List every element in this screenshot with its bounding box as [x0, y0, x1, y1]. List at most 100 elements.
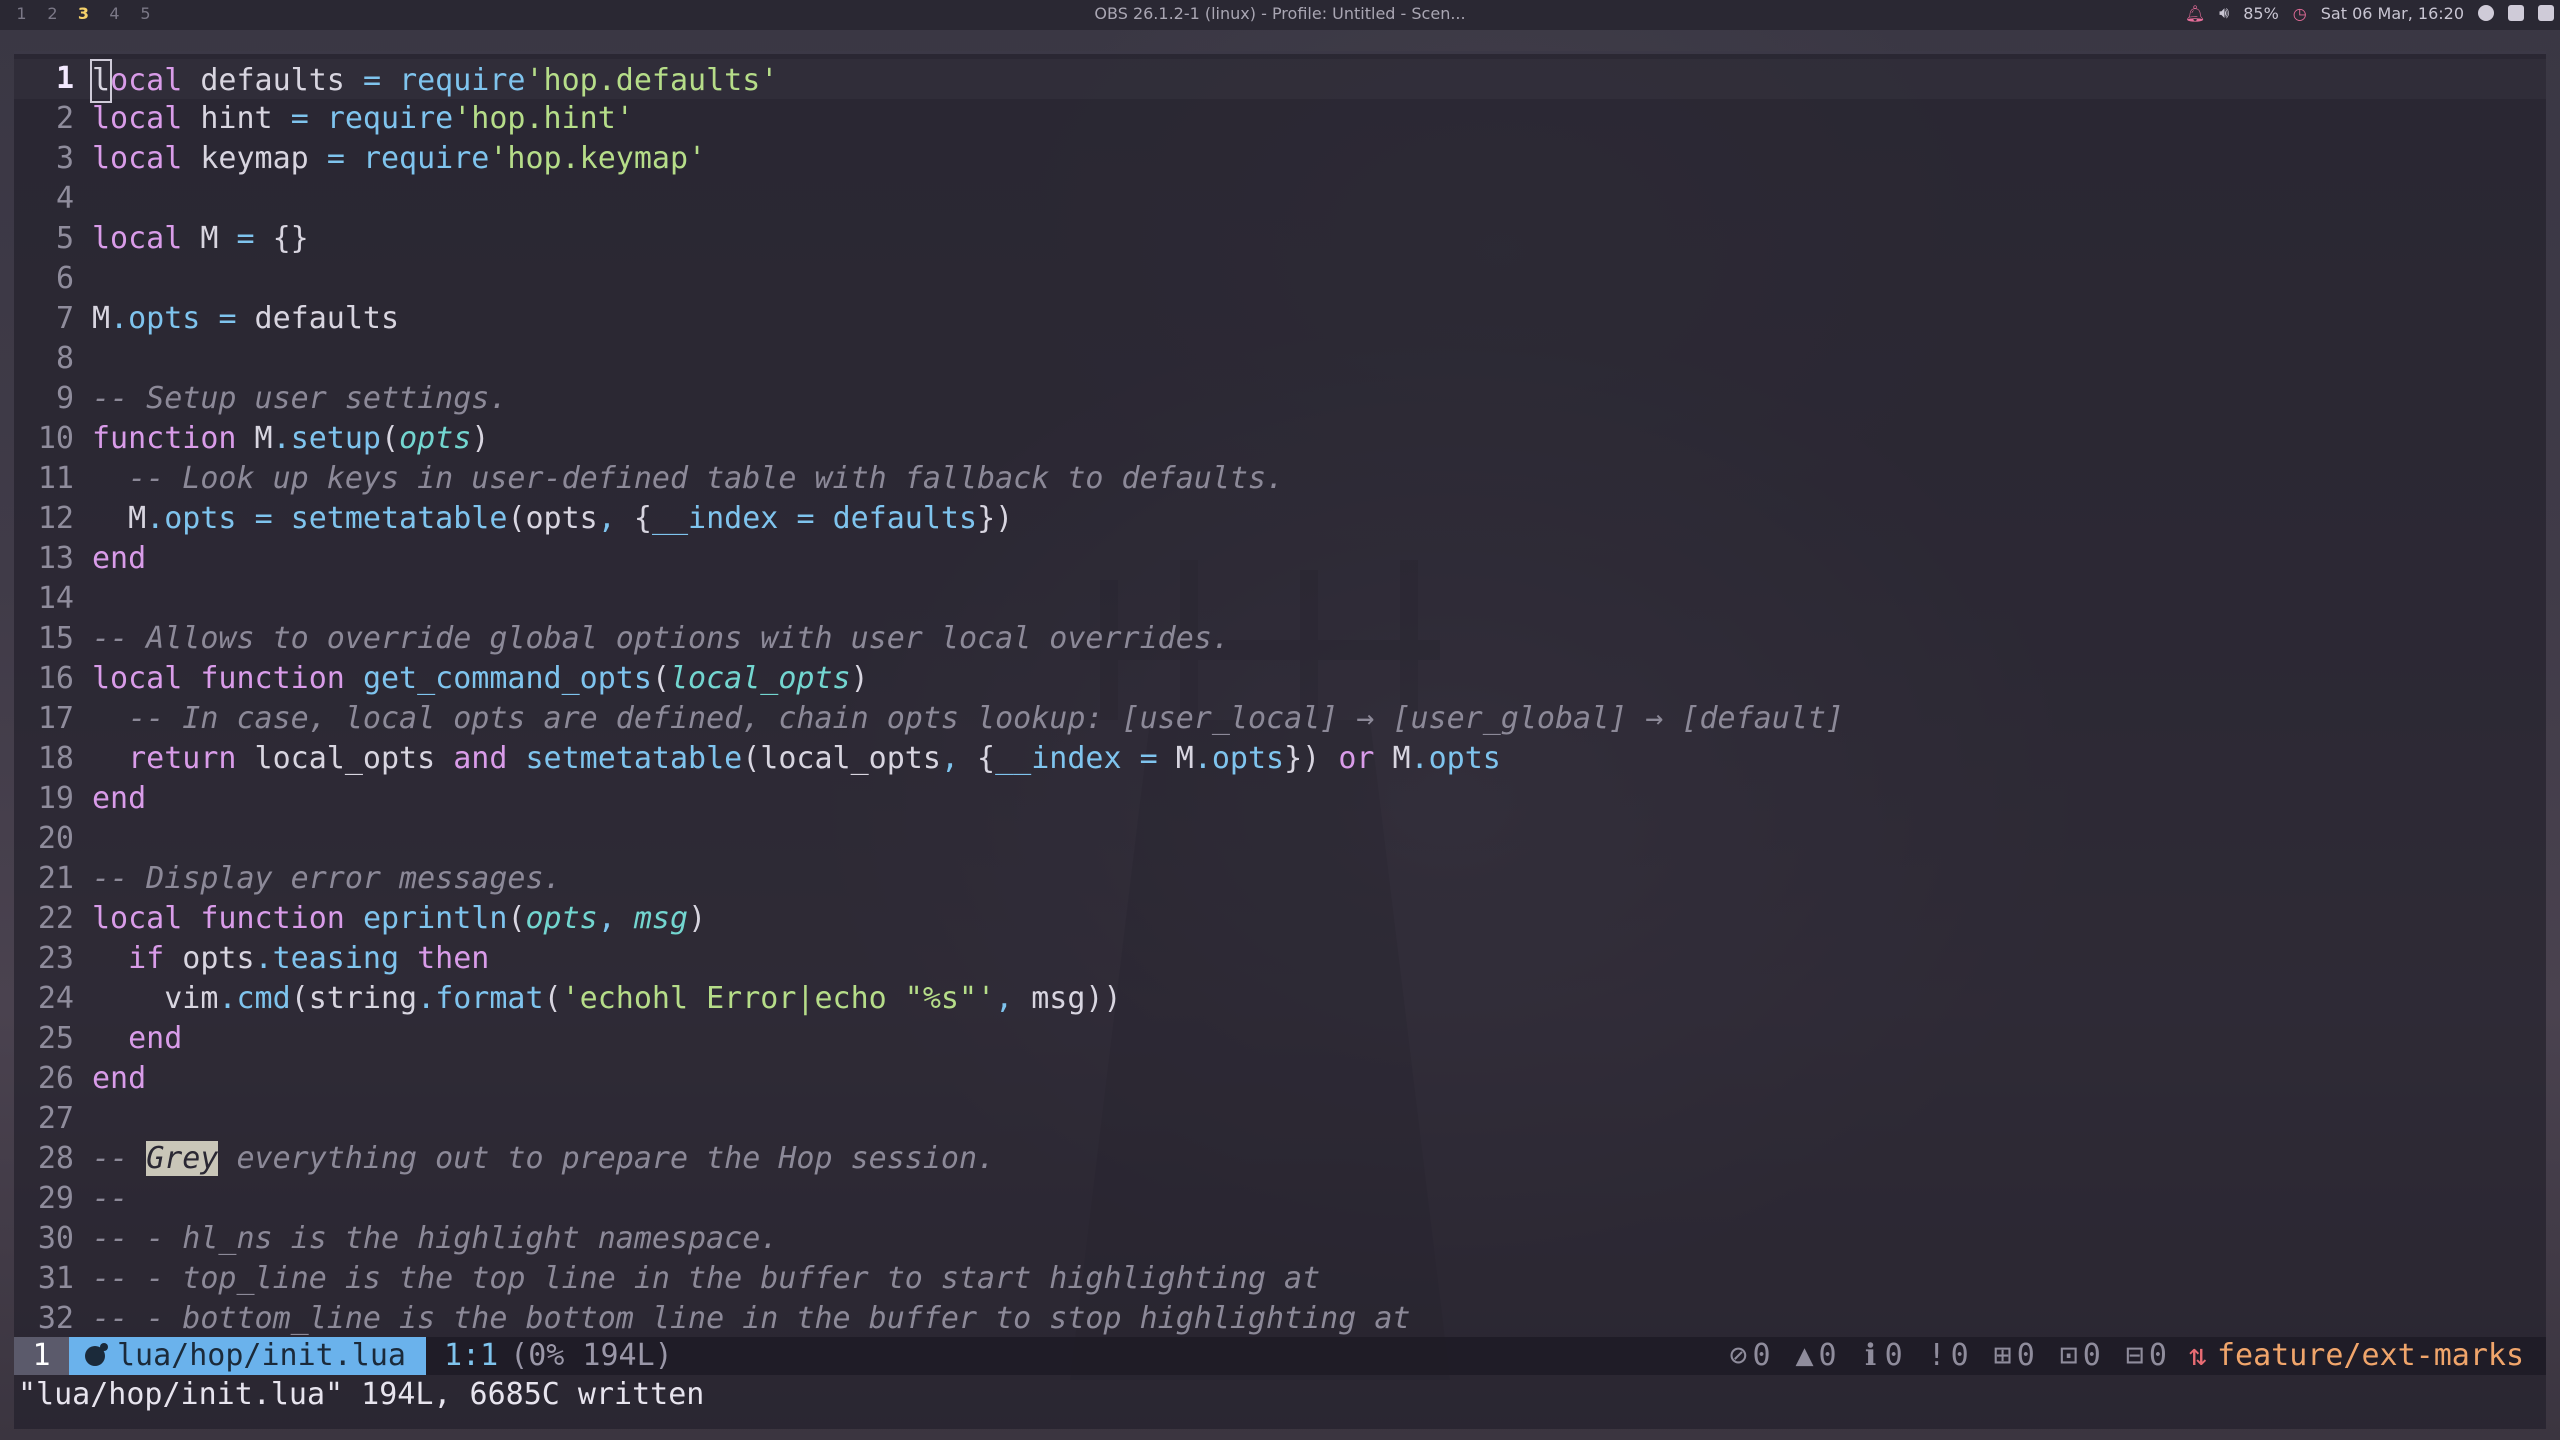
code-token: --	[92, 1181, 129, 1216]
code-line[interactable]: 20	[14, 819, 2546, 859]
code-line[interactable]: 21 -- Display error messages.	[14, 859, 2546, 899]
code-token: -- - top_line is the top line in the buf…	[92, 1261, 1321, 1296]
line-code: -- Setup user settings.	[92, 379, 2546, 419]
tray-window-icon[interactable]	[2508, 5, 2524, 21]
workspace-2[interactable]: 2	[37, 4, 68, 23]
workspace-3[interactable]: 3	[68, 4, 99, 23]
tray-display-icon[interactable]	[2538, 5, 2554, 21]
workspace-1[interactable]: 1	[6, 4, 37, 23]
code-line[interactable]: 2 local hint = require'hop.hint'	[14, 99, 2546, 139]
line-number: 8	[55, 341, 74, 376]
line-code: local function get_command_opts(local_op…	[92, 659, 2546, 699]
code-line[interactable]: 24 vim.cmd(string.format('echohl Error|e…	[14, 979, 2546, 1019]
lua-file-icon	[85, 1343, 108, 1366]
code-token: local_opts	[669, 661, 851, 696]
warnings-count: 0	[1818, 1338, 1837, 1373]
code-line[interactable]: 15 -- Allows to override global options w…	[14, 619, 2546, 659]
line-number: 30	[37, 1221, 74, 1256]
code-line[interactable]: 31 -- - top_line is the top line in the b…	[14, 1259, 2546, 1299]
code-line[interactable]: 32 -- - bottom_line is the bottom line in…	[14, 1299, 2546, 1339]
code-line[interactable]: 13 end	[14, 539, 2546, 579]
code-line[interactable]: 19 end	[14, 779, 2546, 819]
clock-icon: ◷	[2292, 3, 2307, 23]
code-token: cmd	[236, 981, 291, 1016]
added-count: 0	[2016, 1338, 2035, 1373]
code-line[interactable]: 9 -- Setup user settings.	[14, 379, 2546, 419]
code-line[interactable]: 7 M.opts = defaults	[14, 299, 2546, 339]
code-token: =	[326, 141, 345, 176]
line-code: end	[92, 1059, 2546, 1099]
line-number: 11	[37, 461, 74, 496]
git-removed-icon: ⊟	[2125, 1338, 2144, 1373]
code-token: ocal	[110, 63, 183, 98]
line-number: 5	[55, 221, 74, 256]
line-code: vim.cmd(string.format('echohl Error|echo…	[92, 979, 2546, 1019]
code-token: setmetatable	[525, 741, 743, 776]
command-line[interactable]: "lua/hop/init.lua" 194L, 6685C written	[14, 1375, 2550, 1415]
code-line[interactable]: 16 local function get_command_opts(local_…	[14, 659, 2546, 699]
active-window-title: OBS 26.1.2-1 (linux) - Profile: Untitled…	[1094, 4, 1466, 23]
code-line[interactable]: 22 local function eprintln(opts, msg)	[14, 899, 2546, 939]
code-token: (local_opts	[742, 741, 941, 776]
code-line[interactable]: 10 function M.setup(opts)	[14, 419, 2546, 459]
statusline: 1 lua/hop/init.lua 1:1 (0% 194L) ⊘ 0 ▲ 0 ℹ…	[14, 1337, 2546, 1375]
code-token: -- Setup user settings.	[92, 381, 508, 416]
code-token: format	[435, 981, 544, 1016]
line-code: local function eprintln(opts, msg)	[92, 899, 2546, 939]
code-line[interactable]: 30 -- - hl_ns is the highlight namespace.	[14, 1219, 2546, 1259]
workspace-5[interactable]: 5	[130, 4, 161, 23]
code-token: local_opts	[236, 741, 454, 776]
code-line[interactable]: 11 -- Look up keys in user-defined table…	[14, 459, 2546, 499]
clock[interactable]: Sat 06 Mar, 16:20	[2321, 4, 2464, 23]
branch-name: feature/ext-marks	[2216, 1338, 2524, 1373]
code-line[interactable]: 14	[14, 579, 2546, 619]
code-token: .	[1193, 741, 1212, 776]
line-number: 12	[37, 501, 74, 536]
code-editor[interactable]: 1 local defaults = require'hop.defaults' 2…	[14, 59, 2546, 1339]
code-token: })	[1284, 741, 1339, 776]
code-token: require	[399, 63, 526, 98]
code-line[interactable]: 27	[14, 1099, 2546, 1139]
code-line[interactable]: 12 M.opts = setmetatable(opts, {__index …	[14, 499, 2546, 539]
volume-icon[interactable]: 🔊︎	[2219, 3, 2229, 23]
line-number: 2	[55, 101, 74, 136]
code-line[interactable]: 3 local keymap = require'hop.keymap'	[14, 139, 2546, 179]
code-line[interactable]: 1 local defaults = require'hop.defaults'	[14, 59, 2546, 103]
code-line[interactable]: 4	[14, 179, 2546, 219]
code-token: opts	[1211, 741, 1285, 776]
code-line[interactable]: 5 local M = {}	[14, 219, 2546, 259]
cursor-position: 1:1	[443, 1338, 499, 1373]
line-number: 23	[37, 941, 74, 976]
code-line[interactable]: 17 -- In case, local opts are defined, c…	[14, 699, 2546, 739]
code-line[interactable]: 18 return local_opts and setmetatable(lo…	[14, 739, 2546, 779]
terminal-window[interactable]: 1 local defaults = require'hop.defaults' 2…	[14, 51, 2546, 1429]
code-line[interactable]: 26 end	[14, 1059, 2546, 1099]
code-line[interactable]: 8	[14, 339, 2546, 379]
code-token: return	[128, 741, 237, 776]
code-line[interactable]: 29 --	[14, 1179, 2546, 1219]
code-token: .	[146, 501, 165, 536]
git-modified-icon: ⊡	[2059, 1338, 2078, 1373]
code-line[interactable]: 28 -- Grey everything out to prepare the …	[14, 1139, 2546, 1179]
code-line[interactable]: 6	[14, 259, 2546, 299]
code-token: M	[182, 221, 237, 256]
diag-warnings: ▲ 0	[1791, 1336, 1837, 1376]
system-tray: 🔔︎ 🔊︎ 85% ◷ Sat 06 Mar, 16:20	[2185, 3, 2554, 23]
code-token: )	[850, 661, 869, 696]
code-token: ,	[940, 741, 959, 776]
notification-bell-icon[interactable]: 🔔︎	[2185, 4, 2205, 23]
error-icon: ⊘	[1729, 1338, 1748, 1373]
workspace-4[interactable]: 4	[99, 4, 130, 23]
code-token: end	[92, 781, 147, 816]
code-line[interactable]: 25 end	[14, 1019, 2546, 1059]
code-token: .	[218, 981, 237, 1016]
tray-app-icon[interactable]	[2478, 5, 2494, 21]
code-line[interactable]: 23 if opts.teasing then	[14, 939, 2546, 979]
